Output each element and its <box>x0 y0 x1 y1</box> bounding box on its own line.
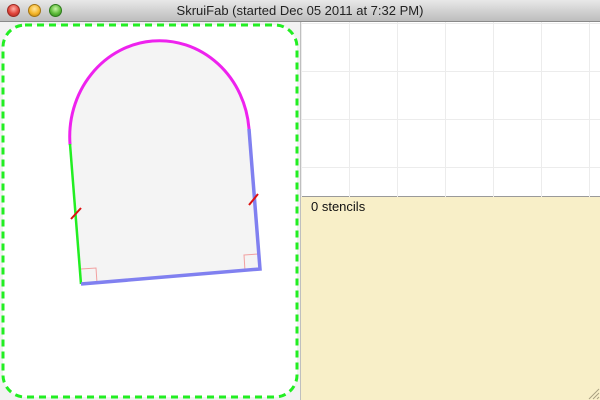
sketch-canvas[interactable] <box>0 22 300 400</box>
grid-lines <box>301 22 600 197</box>
resize-grip-icon[interactable] <box>586 386 600 400</box>
stencil-count-label: 0 stencils <box>311 199 366 214</box>
stencil-status-panel: 0 stencils <box>301 197 600 400</box>
stencil-grid-view[interactable] <box>301 22 600 197</box>
title-bar[interactable]: SkruiFab (started Dec 05 2011 at 7:32 PM… <box>0 0 600 22</box>
app-window: SkruiFab (started Dec 05 2011 at 7:32 PM… <box>0 0 600 400</box>
window-title: SkruiFab (started Dec 05 2011 at 7:32 PM… <box>176 3 424 18</box>
sketch-drawing[interactable] <box>0 22 300 400</box>
